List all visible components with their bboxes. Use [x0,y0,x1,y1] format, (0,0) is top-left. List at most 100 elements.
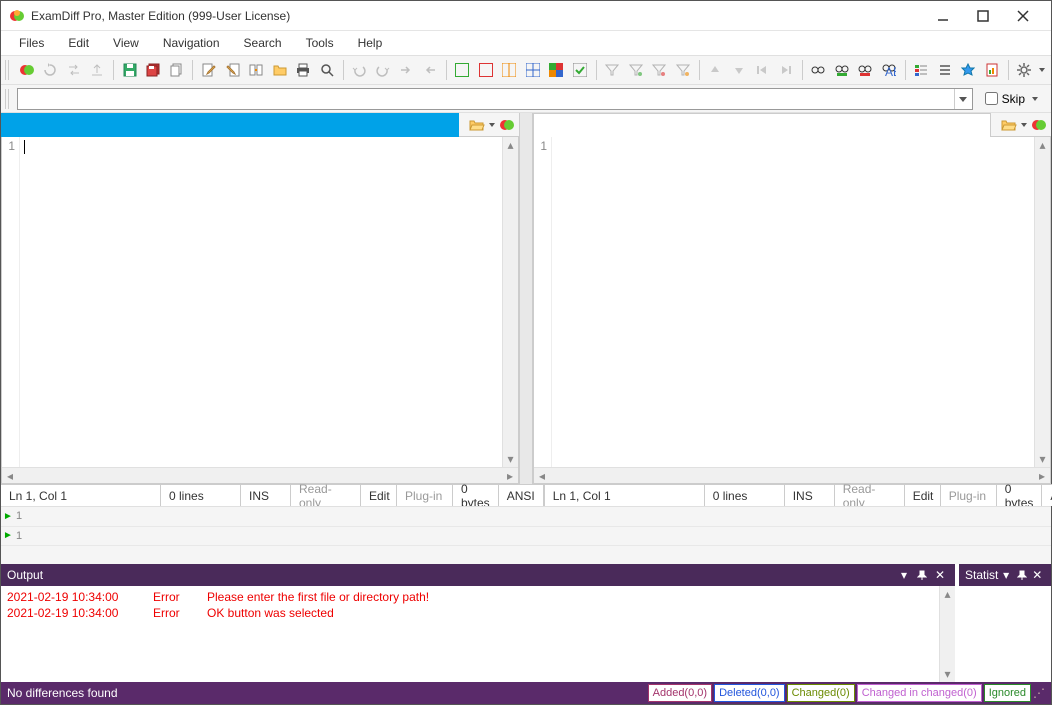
status-deleted[interactable]: Deleted(0,0) [714,684,785,702]
map-arrow-2-icon: ► [1,530,15,541]
path-combo-dropdown-icon[interactable] [954,89,972,109]
status-added[interactable]: Added(0,0) [648,684,712,702]
next-diff-icon[interactable] [396,59,418,81]
view-side-icon[interactable] [452,59,474,81]
export-icon[interactable] [86,59,108,81]
right-compare-icon[interactable] [1031,117,1047,133]
merge-icon[interactable] [245,59,267,81]
menu-view[interactable]: View [101,33,151,53]
left-hscroll[interactable]: ◂▸ [2,467,518,483]
options-icon[interactable] [911,59,933,81]
filter4-icon[interactable] [672,59,694,81]
left-pane-tab[interactable] [1,113,459,137]
stat-pin-icon[interactable] [1014,566,1030,584]
menu-navigation[interactable]: Navigation [151,33,232,53]
toolbar-grip[interactable] [5,60,11,80]
menu-help[interactable]: Help [346,33,395,53]
skip-checkbox[interactable] [985,92,998,105]
left-edit[interactable]: Edit [361,485,397,506]
minimize-button[interactable] [923,3,963,29]
left-open-folder-icon[interactable] [469,117,485,133]
status-changed-in-changed[interactable]: Changed in changed(0) [857,684,982,702]
output-pin-icon[interactable] [913,566,931,584]
left-enc[interactable]: ANSI [499,485,543,506]
right-open-folder-icon[interactable] [1001,117,1017,133]
undo-icon[interactable] [348,59,370,81]
left-content[interactable] [20,137,502,467]
stat-close-icon[interactable]: ✕ [1029,566,1045,584]
align-icon[interactable] [934,59,956,81]
pane-tabs [1,113,1051,137]
nav-down-icon[interactable] [728,59,750,81]
pathbar-grip[interactable] [5,89,11,109]
right-edit[interactable]: Edit [905,485,941,506]
out-lvl-1: Error [153,606,189,620]
close-button[interactable] [1003,3,1043,29]
skip-dropdown-icon[interactable] [1029,95,1041,103]
report-icon[interactable] [981,59,1003,81]
stat-dropdown-icon[interactable]: ▾ [998,566,1014,584]
copy-icon[interactable] [166,59,188,81]
menu-files[interactable]: Files [7,33,56,53]
right-content[interactable] [552,137,1034,467]
path-combo[interactable] [17,88,973,110]
nav-first-icon[interactable] [752,59,774,81]
edit-right-icon[interactable] [222,59,244,81]
redo-icon[interactable] [372,59,394,81]
view-single-icon[interactable] [475,59,497,81]
vertical-splitter[interactable] [519,137,533,484]
check-icon[interactable] [569,59,591,81]
maximize-button[interactable] [963,3,1003,29]
left-line-1: 1 [8,139,15,153]
zoom-icon[interactable] [316,59,338,81]
settings-dropdown-icon[interactable] [1037,66,1047,74]
save-icon[interactable] [119,59,141,81]
find-prev-icon[interactable] [855,59,877,81]
output-close-icon[interactable]: ✕ [931,566,949,584]
left-folder-dd-icon[interactable] [487,121,497,129]
right-lines: 0 lines [705,485,785,506]
plugin-icon[interactable] [958,59,980,81]
right-hscroll[interactable]: ◂▸ [534,467,1050,483]
save-all-icon[interactable] [142,59,164,81]
right-ins[interactable]: INS [785,485,835,506]
refresh-icon[interactable] [39,59,61,81]
diff-map[interactable]: ►1 ►1 [1,506,1051,546]
status-bar: No differences found Added(0,0) Deleted(… [1,682,1051,704]
nav-last-icon[interactable] [775,59,797,81]
resize-grip-icon[interactable]: ⋰ [1031,686,1045,700]
edit-left-icon[interactable] [198,59,220,81]
right-folder-dd-icon[interactable] [1019,121,1029,129]
filter1-icon[interactable] [602,59,624,81]
filter2-icon[interactable] [625,59,647,81]
print-icon[interactable] [292,59,314,81]
right-readonly: Read-only [835,485,905,506]
right-pane-tab[interactable] [533,113,991,137]
left-ins[interactable]: INS [241,485,291,506]
find-all-icon[interactable]: AB [878,59,900,81]
status-ignored[interactable]: Ignored [984,684,1031,702]
settings-icon[interactable] [1014,59,1036,81]
output-dropdown-icon[interactable]: ▾ [895,566,913,584]
view-grid-icon[interactable] [522,59,544,81]
status-changed[interactable]: Changed(0) [787,684,855,702]
right-enc[interactable]: ANSI [1042,485,1052,506]
menu-search[interactable]: Search [232,33,294,53]
left-compare-icon[interactable] [499,117,515,133]
right-vscroll[interactable]: ▴▾ [1034,137,1050,467]
nav-up-icon[interactable] [705,59,727,81]
menu-edit[interactable]: Edit [56,33,101,53]
find-next-icon[interactable] [831,59,853,81]
menu-bar: Files Edit View Navigation Search Tools … [1,31,1051,55]
find-icon[interactable] [808,59,830,81]
view-color-icon[interactable] [546,59,568,81]
folder-compare-icon[interactable] [269,59,291,81]
compare-icon[interactable] [16,59,38,81]
output-vscroll[interactable]: ▴▾ [939,586,955,682]
left-vscroll[interactable]: ▴▾ [502,137,518,467]
menu-tools[interactable]: Tools [294,33,346,53]
filter3-icon[interactable] [649,59,671,81]
prev-diff-icon[interactable] [419,59,441,81]
view-split-icon[interactable] [499,59,521,81]
swap-icon[interactable] [63,59,85,81]
